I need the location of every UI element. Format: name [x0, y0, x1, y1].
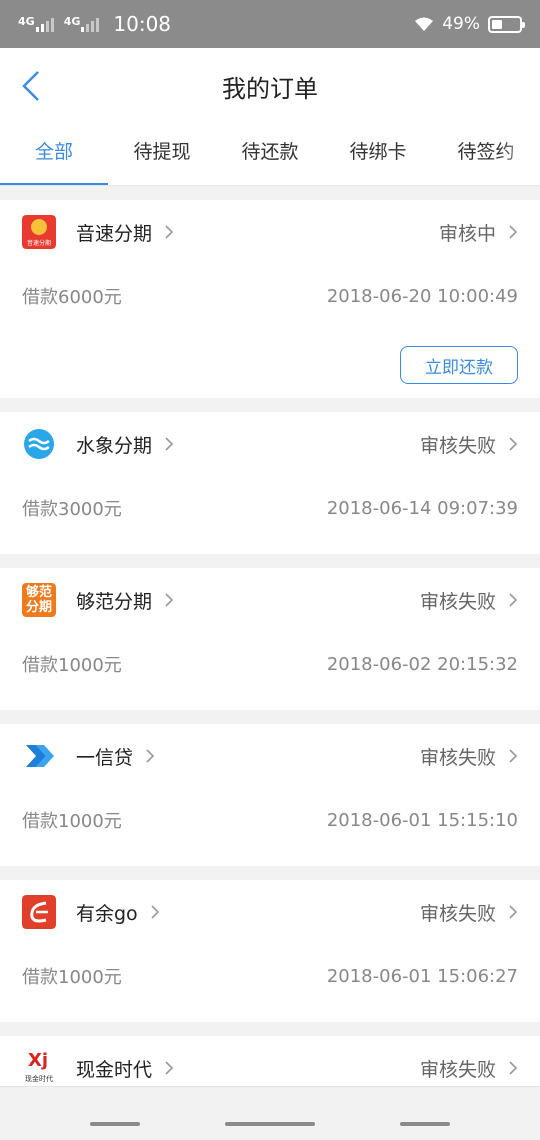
chevron-right-icon: [509, 225, 518, 239]
chevron-right-icon: [509, 905, 518, 919]
xianjin-logo: Xj 现金时代: [22, 1051, 56, 1085]
order-date: 2018-06-02 20:15:32: [326, 653, 518, 675]
chevron-right-icon: [509, 593, 518, 607]
lender-name[interactable]: 有余go: [76, 899, 138, 926]
order-card[interactable]: 音速分期 音速分期 审核中 借款6000元 2018-06-20 10:00:49 立即还…: [0, 200, 540, 398]
order-date: 2018-06-14 09:07:39: [326, 497, 518, 519]
network-type-label: 4G: [63, 15, 81, 28]
lender-name[interactable]: 音速分期: [76, 219, 152, 246]
lender-name[interactable]: 现金时代: [76, 1055, 152, 1082]
order-header: 水象分期 审核失败: [0, 412, 540, 476]
order-details: 借款6000元 2018-06-20 10:00:49: [0, 264, 540, 328]
order-status[interactable]: 审核失败: [420, 1055, 496, 1082]
order-details: 借款1000元 2018-06-02 20:15:32: [0, 632, 540, 696]
lender-name[interactable]: 一信贷: [76, 743, 133, 770]
page-title: 我的订单: [222, 74, 318, 103]
loan-amount: 借款3000元: [22, 499, 122, 520]
loan-amount: 借款1000元: [22, 811, 122, 832]
order-card[interactable]: 有余go 审核失败借款1000元 2018-06-01 15:06:27: [0, 880, 540, 1022]
battery-percent: 49%: [442, 14, 480, 34]
order-date: 2018-06-20 10:00:49: [326, 285, 518, 307]
order-list: 音速分期 音速分期 审核中 借款6000元 2018-06-20 10:00:49 立即还…: [0, 200, 540, 1086]
chevron-right-icon: [165, 225, 174, 239]
order-details: 借款1000元 2018-06-01 15:15:10: [0, 788, 540, 852]
nav-handle-left[interactable]: [90, 1122, 140, 1126]
logo-caption: 够范分期: [25, 585, 52, 615]
order-details: 借款3000元 2018-06-14 09:07:39: [0, 476, 540, 540]
chevron-right-icon: [509, 437, 518, 451]
signal-icon-sim1: 4G: [18, 16, 54, 32]
order-status[interactable]: 审核失败: [420, 431, 496, 458]
nav-handle-center[interactable]: [225, 1122, 315, 1126]
youyu-logo: [22, 895, 56, 929]
loan-amount: 借款1000元: [22, 655, 122, 676]
order-header: 有余go 审核失败: [0, 880, 540, 944]
signal-icon-sim2: 4G: [64, 16, 100, 32]
nav-handle-right[interactable]: [400, 1122, 450, 1126]
order-card[interactable]: Xj现金时代现金时代审核失败借款1000元2018-05-31 10:02:41: [0, 1036, 540, 1086]
order-header: 音速分期 音速分期 审核中: [0, 200, 540, 264]
lender-name[interactable]: 够范分期: [76, 587, 152, 614]
system-nav-bar: [0, 1086, 540, 1140]
nav-bar: 我的订单: [0, 48, 540, 124]
order-status[interactable]: 审核中: [439, 219, 496, 246]
chevron-right-icon: [509, 1061, 518, 1075]
tab-0[interactable]: 全部: [0, 124, 108, 185]
shuixiang-logo: [22, 427, 56, 461]
order-card[interactable]: 水象分期 审核失败借款3000元 2018-06-14 09:07:39: [0, 412, 540, 554]
lender-name[interactable]: 水象分期: [76, 431, 152, 458]
yinsu-logo: 音速分期: [22, 215, 56, 249]
chevron-right-icon: [165, 437, 174, 451]
order-card[interactable]: 够范分期 够范分期 审核失败借款1000元 2018-06-02 20:15:32: [0, 568, 540, 710]
clock: 10:08: [113, 12, 172, 36]
order-header: 够范分期 够范分期 审核失败: [0, 568, 540, 632]
loan-amount: 借款6000元: [22, 287, 122, 308]
tab-fade: [500, 124, 540, 184]
status-bar: 4G 4G 10:08 49%: [0, 0, 540, 48]
order-header: Xj 现金时代 现金时代 审核失败: [0, 1036, 540, 1086]
tab-2[interactable]: 待还款: [216, 124, 324, 185]
order-actions: 立即还款: [0, 328, 540, 398]
tab-1[interactable]: 待提现: [108, 124, 216, 185]
order-date: 2018-06-01 15:06:27: [326, 965, 518, 987]
logo-caption: 现金时代: [25, 1075, 53, 1083]
order-details: 借款1000元 2018-06-01 15:06:27: [0, 944, 540, 1008]
network-type-label: 4G: [18, 15, 35, 28]
yixindai-logo: [22, 739, 56, 773]
logo-caption: 音速分期: [26, 240, 51, 247]
repay-now-button[interactable]: 立即还款: [400, 346, 518, 384]
battery-icon: [488, 15, 525, 33]
order-status[interactable]: 审核失败: [420, 899, 496, 926]
chevron-right-icon: [151, 905, 159, 919]
tab-3[interactable]: 待绑卡: [324, 124, 432, 185]
order-header: 一信贷 审核失败: [0, 724, 540, 788]
loan-amount: 借款1000元: [22, 967, 122, 988]
chevron-right-icon: [165, 1061, 174, 1075]
chevron-right-icon: [509, 749, 518, 763]
goufan-logo: 够范分期: [22, 583, 56, 617]
order-status[interactable]: 审核失败: [420, 743, 496, 770]
order-date: 2018-06-01 15:15:10: [326, 809, 518, 831]
chevron-right-icon: [146, 749, 155, 763]
wifi-icon: [415, 17, 434, 31]
order-tabs: 全部 待提现 待还款 待绑卡 待签约: [0, 124, 540, 186]
back-arrow-icon[interactable]: [18, 68, 46, 104]
order-status[interactable]: 审核失败: [420, 587, 496, 614]
order-card[interactable]: 一信贷 审核失败借款1000元 2018-06-01 15:15:10: [0, 724, 540, 866]
chevron-right-icon: [165, 593, 174, 607]
